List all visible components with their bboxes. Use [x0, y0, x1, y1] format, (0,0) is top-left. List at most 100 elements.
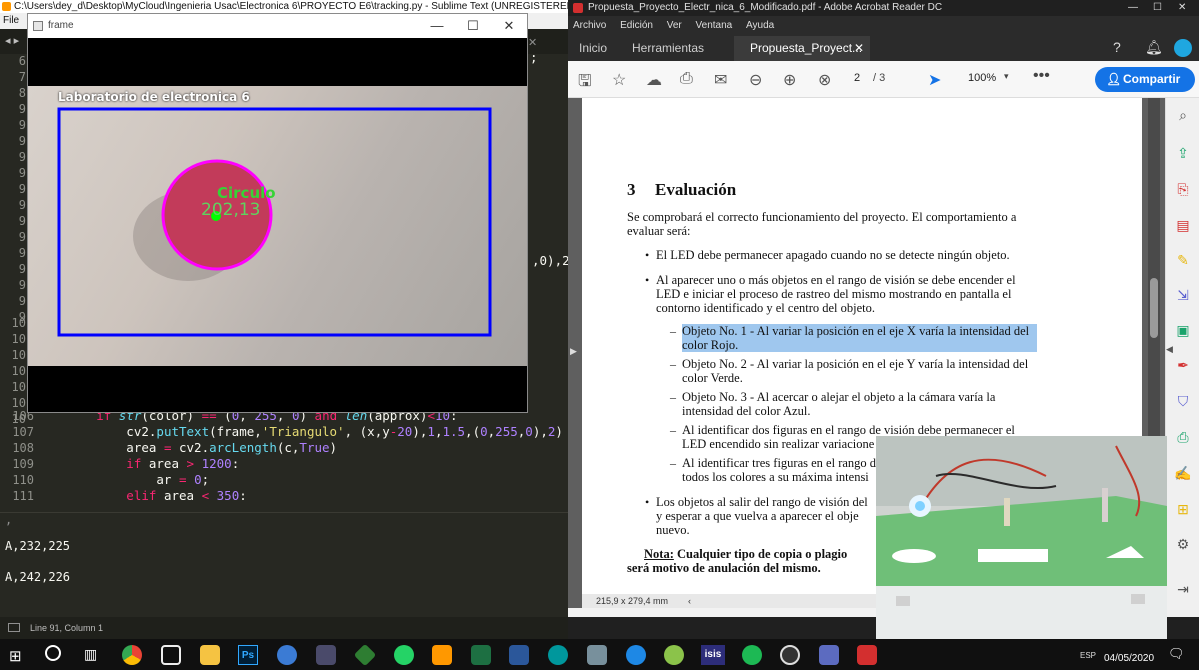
sub-item-1-highlighted[interactable]: Objeto No. 1 - Al variar la posición en …: [682, 324, 1037, 352]
zoom-level[interactable]: 100%: [968, 72, 996, 84]
code-fragment-top: ;: [530, 50, 538, 65]
zoom-out-icon[interactable]: ⊖: [749, 70, 762, 90]
vmware-icon[interactable]: [587, 645, 607, 665]
section-number: 3: [627, 180, 636, 199]
menu-ver[interactable]: Ver: [667, 20, 682, 31]
opencv-frame-window[interactable]: frame — ☐ ✕ Circulo 202,13 Laboratorio d…: [27, 13, 528, 413]
chrome-icon[interactable]: [122, 645, 142, 665]
acrobat-app-icon: [573, 3, 583, 13]
console-toggle-icon[interactable]: [8, 623, 20, 632]
edge-icon[interactable]: [626, 645, 646, 665]
acrobat-icon[interactable]: [857, 645, 877, 665]
tab-scroll-arrows-icon[interactable]: ◂ ▸: [5, 34, 19, 47]
git-app-icon[interactable]: [353, 643, 377, 667]
create-pdf-icon[interactable]: ⎘: [1174, 180, 1192, 198]
page-up-icon[interactable]: ⊕: [783, 70, 796, 90]
whatsapp-icon[interactable]: [394, 645, 414, 665]
share-button[interactable]: 👤︎ Compartir: [1095, 67, 1195, 92]
intro-paragraph: Se comprobará el correcto funcionamiento…: [627, 210, 1017, 238]
select-cursor-icon[interactable]: ➤: [928, 70, 941, 90]
upload-cloud-icon[interactable]: ☁: [646, 70, 662, 90]
sub-item-4-line-2: LED encendido sin realizar variacione: [682, 437, 875, 451]
arduino-icon[interactable]: [548, 645, 568, 665]
save-icon[interactable]: 🖫: [578, 70, 592, 97]
sublime-icon[interactable]: [432, 645, 452, 665]
more-options-icon[interactable]: •••: [1033, 67, 1050, 85]
menu-edicion[interactable]: Edición: [620, 20, 653, 31]
3d-viewer-icon[interactable]: [161, 645, 181, 665]
email-icon[interactable]: ✉: [714, 70, 727, 90]
search-icon[interactable]: [45, 645, 61, 661]
video-app-icon[interactable]: [316, 645, 336, 665]
acrobat-tab-bar: Inicio Herramientas Propuesta_Proyect...…: [568, 36, 1199, 61]
excel-icon[interactable]: [471, 645, 491, 665]
fill-sign-icon[interactable]: ✒: [1174, 356, 1192, 374]
frame-title-bar[interactable]: frame — ☐ ✕: [28, 14, 527, 38]
spotify-icon[interactable]: [742, 645, 762, 665]
collapse-panel-icon[interactable]: ⇥: [1174, 580, 1192, 598]
compress-icon[interactable]: ▣: [1174, 321, 1192, 339]
page-current[interactable]: 2: [854, 72, 860, 84]
send-file-icon[interactable]: ⇲: [1174, 286, 1192, 304]
enhance-scan-icon[interactable]: ⎙: [1174, 428, 1192, 446]
print-icon[interactable]: ⎙: [680, 70, 693, 88]
system-date[interactable]: 04/05/2020: [1104, 653, 1154, 664]
acrobat-minimize-icon[interactable]: —: [1128, 0, 1138, 16]
star-icon[interactable]: ☆: [612, 70, 626, 90]
help-icon[interactable]: ?: [1113, 39, 1121, 55]
file-explorer-icon[interactable]: [200, 645, 220, 665]
zoom-search-icon[interactable]: ⌕: [1174, 106, 1192, 124]
paint-icon[interactable]: [819, 645, 839, 665]
tab-inicio[interactable]: Inicio: [579, 36, 607, 61]
code-line-108: area = cv2.arcLength(c,True): [36, 440, 338, 455]
expand-panel-icon[interactable]: ◀: [1166, 344, 1173, 355]
sublime-app-icon: [2, 2, 11, 11]
section-title: Evaluación: [655, 180, 737, 199]
avatar[interactable]: [1174, 39, 1192, 57]
menu-ventana[interactable]: Ventana: [696, 20, 733, 31]
tab-document[interactable]: Propuesta_Proyect... ✕: [734, 36, 870, 61]
export-pdf-icon[interactable]: ⇪: [1174, 144, 1192, 162]
organize-pages-icon[interactable]: ▤: [1174, 216, 1192, 234]
protect-icon[interactable]: ⛉: [1174, 392, 1192, 410]
tab-herramientas[interactable]: Herramientas: [632, 36, 704, 61]
word-icon[interactable]: [509, 645, 529, 665]
menu-ayuda[interactable]: Ayuda: [746, 20, 774, 31]
page-down-icon[interactable]: ⊗: [818, 70, 831, 90]
customize-icon[interactable]: ⚙: [1174, 535, 1192, 553]
close-button[interactable]: ✕: [491, 14, 527, 38]
more-tools-icon[interactable]: ⊞: [1174, 500, 1192, 518]
hscroll-left-icon[interactable]: ‹: [688, 594, 691, 608]
acrobat-maximize-icon[interactable]: ☐: [1153, 0, 1162, 16]
scrollbar-thumb[interactable]: [1150, 278, 1158, 338]
notification-center-icon[interactable]: 🗨︎: [1168, 646, 1185, 662]
maximize-button[interactable]: ☐: [455, 14, 491, 38]
app-green-icon[interactable]: [664, 645, 684, 665]
obs-icon[interactable]: [780, 645, 800, 665]
photoshop-icon[interactable]: Ps: [238, 645, 258, 665]
isis-icon[interactable]: isis: [701, 645, 725, 665]
frame-title: frame: [48, 20, 74, 31]
notifications-icon[interactable]: 🔔︎: [1145, 39, 1163, 56]
zoom-dropdown-icon[interactable]: ▾: [1004, 71, 1009, 82]
language-indicator[interactable]: ESP: [1080, 651, 1096, 660]
task-view-icon[interactable]: ▥: [84, 646, 97, 663]
dash: –: [670, 390, 676, 404]
code-line-109: if area > 1200:: [36, 456, 240, 471]
coordinates-label: 202,13: [201, 200, 261, 220]
breadboard-scene: [876, 436, 1167, 652]
menu-archivo[interactable]: Archivo: [573, 20, 606, 31]
sign-icon[interactable]: ✍: [1174, 464, 1192, 482]
tab-close-icon[interactable]: ✕: [528, 36, 537, 49]
windows-start-icon[interactable]: ⊞: [9, 647, 22, 665]
acrobat-close-icon[interactable]: ✕: [1178, 0, 1186, 16]
minimize-button[interactable]: —: [419, 14, 455, 38]
firefox-icon[interactable]: [277, 645, 297, 665]
bullet-dot: •: [645, 248, 650, 262]
comment-icon[interactable]: ✎: [1174, 251, 1192, 269]
bullet-1: El LED debe permanecer apagado cuando no…: [656, 248, 1010, 262]
tab-close-icon[interactable]: ✕: [854, 36, 864, 61]
menu-file[interactable]: File: [3, 15, 19, 26]
left-panel-toggle-icon[interactable]: ▶: [570, 346, 577, 357]
camera-feed: Circulo 202,13 Laboratorio de electronic…: [28, 86, 527, 366]
